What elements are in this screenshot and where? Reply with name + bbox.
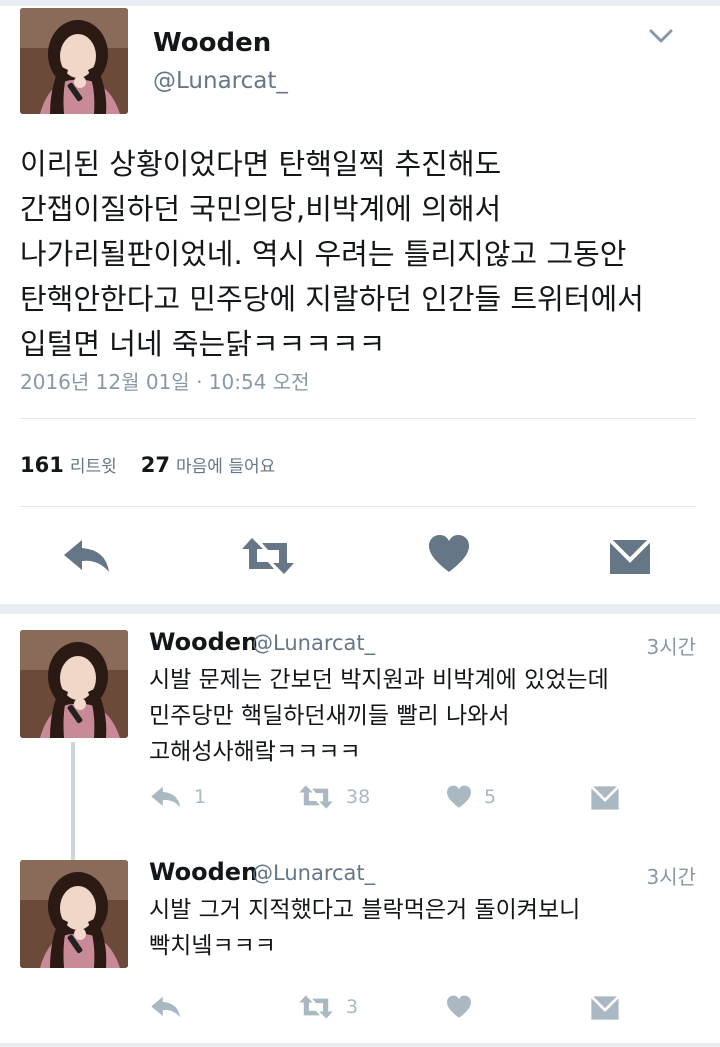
heart-icon[interactable] [446, 785, 472, 809]
reply-time[interactable]: 3시간 [646, 631, 696, 660]
reply-text: 시발 문제는 간보던 박지원과 비박계에 있었는데 민주당만 핵딜하던새끼들 빨… [149, 667, 609, 765]
retweet-icon[interactable] [298, 784, 334, 810]
retweet-action[interactable]: 3 [298, 994, 358, 1020]
retweet-label[interactable]: 리트윗 [70, 457, 117, 477]
section-separator [0, 604, 720, 614]
display-name[interactable]: Wooden [149, 858, 258, 886]
thread-connector [71, 742, 75, 860]
handle[interactable]: @Lunarcat_ [252, 861, 375, 885]
reply-count: 1 [194, 786, 207, 808]
heart-icon[interactable] [446, 995, 472, 1019]
divider [20, 418, 696, 419]
avatar[interactable] [20, 8, 128, 114]
retweet-action[interactable]: 38 [298, 784, 370, 810]
like-label[interactable]: 마음에 들어요 [176, 457, 275, 477]
reply-action[interactable] [150, 994, 182, 1020]
timestamp[interactable]: 2016년 12월 01일 · 10:54 오전 [20, 366, 310, 395]
heart-icon[interactable] [428, 534, 470, 574]
like-count[interactable]: 27 [141, 453, 170, 477]
reply-time[interactable]: 3시간 [646, 861, 696, 890]
chevron-down-icon[interactable] [648, 26, 674, 46]
avatar[interactable] [20, 630, 128, 738]
reply-icon[interactable] [150, 784, 182, 810]
retweet-icon[interactable] [298, 994, 334, 1020]
main-tweet: Wooden @Lunarcat_ 이리된 상황이었다면 탄핵일찍 추진해도 간… [0, 6, 720, 604]
retweet-icon[interactable] [240, 536, 296, 576]
message-icon[interactable] [590, 995, 620, 1021]
like-action[interactable] [446, 995, 472, 1019]
reply-text: 시발 그거 지적했다고 블락먹은거 돌이켜보니 빡치넼ㅋㅋㅋ [149, 897, 581, 959]
display-name[interactable]: Wooden [153, 28, 271, 58]
tweet-stats: 161 리트윗 27 마음에 들어요 [20, 452, 299, 477]
handle[interactable]: @Lunarcat_ [252, 631, 375, 655]
tweet-text: 이리된 상황이었다면 탄핵일찍 추진해도 간잽이질하던 국민의당,비박계에 의해… [20, 147, 644, 361]
display-name[interactable]: Wooden [149, 628, 258, 656]
avatar[interactable] [20, 860, 128, 968]
reply-icon[interactable] [62, 536, 112, 576]
retweet-count: 38 [346, 786, 371, 808]
message-icon[interactable] [608, 538, 652, 576]
message-icon[interactable] [590, 785, 620, 811]
like-action[interactable]: 5 [446, 785, 496, 809]
handle[interactable]: @Lunarcat_ [153, 68, 288, 94]
bottom-border [0, 1043, 720, 1047]
retweet-count: 3 [346, 996, 359, 1018]
reply-action[interactable]: 1 [150, 784, 206, 810]
reply-icon[interactable] [150, 994, 182, 1020]
retweet-count[interactable]: 161 [20, 453, 64, 477]
like-count: 5 [484, 786, 497, 808]
divider [20, 506, 696, 507]
